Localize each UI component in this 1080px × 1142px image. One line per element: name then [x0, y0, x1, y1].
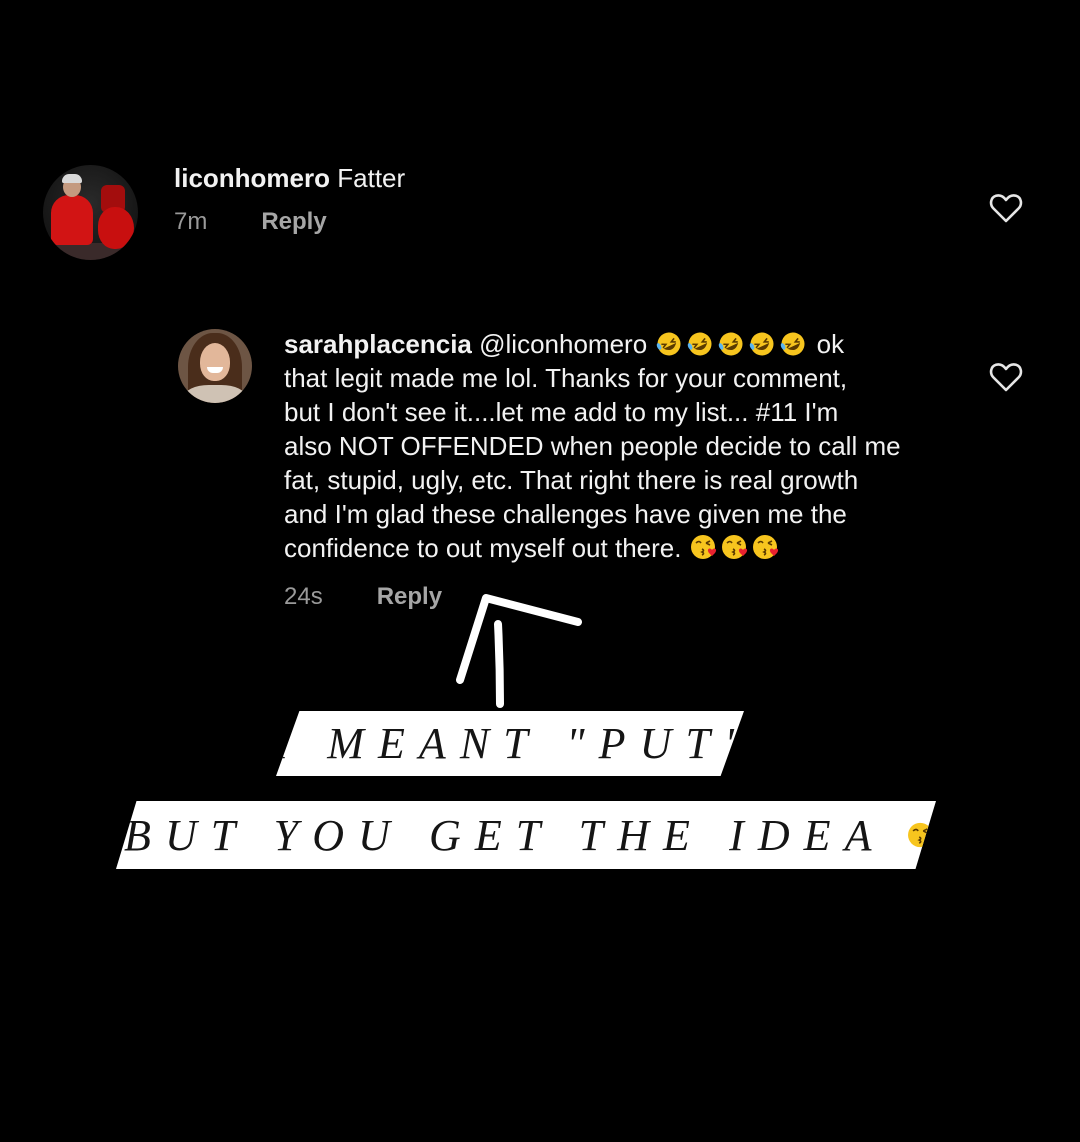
laughing-emoji-icon: [750, 332, 774, 356]
avatar[interactable]: [178, 329, 252, 403]
comment-line: also NOT OFFENDED when people decide to …: [284, 431, 901, 461]
caption-text: I MEANT "PUT": [273, 719, 757, 768]
comment-text: sarahplacencia @liconhomero ok that legi…: [284, 327, 974, 565]
laughing-emoji-icon: [719, 332, 743, 356]
comment-line: fat, stupid, ugly, etc. That right there…: [284, 465, 859, 495]
heart-icon[interactable]: [989, 361, 1023, 393]
comment-meta: 24s Reply: [284, 583, 442, 611]
comment-line: that legit made me lol. Thanks for your …: [284, 363, 848, 393]
comment-timestamp: 7m: [174, 208, 208, 235]
comment-line: confidence to out myself out there.: [284, 533, 682, 563]
comment-text: liconhomero Fatter: [174, 162, 405, 194]
comment-liconhomero: liconhomero Fatter 7m Reply: [43, 160, 1043, 270]
hand-drawn-arrow-icon: [456, 594, 582, 708]
reply-button[interactable]: Reply: [377, 583, 442, 611]
avatar[interactable]: [43, 165, 138, 260]
kiss-emoji-icon: [907, 822, 934, 848]
comment-meta: 7m Reply: [174, 208, 327, 236]
laughing-emoji-icon: [781, 332, 805, 356]
kiss-emoji-icon: [752, 535, 778, 559]
kiss-emoji-icon: [690, 535, 716, 559]
mention-link[interactable]: @liconhomero: [479, 329, 647, 359]
comment-line1-tail: ok: [816, 329, 845, 359]
caption-banner-bottom: BUT YOU GET THE IDEA: [116, 801, 936, 869]
comment-line: but I don't see it....let me add to my l…: [284, 397, 839, 427]
comment-sarahplacencia: sarahplacencia @liconhomero ok that legi…: [178, 325, 1048, 625]
comment-last-line: confidence to out myself out there.: [284, 531, 974, 565]
laughing-emoji-icon: [657, 332, 681, 356]
kiss-emoji-group: [689, 533, 782, 563]
laughing-emoji-group: [654, 329, 816, 359]
comment-username[interactable]: sarahplacencia: [284, 329, 472, 359]
comment-line: and I'm glad these challenges have given…: [284, 499, 847, 529]
laughing-emoji-icon: [688, 332, 712, 356]
reply-button[interactable]: Reply: [261, 208, 326, 236]
comment-username[interactable]: liconhomero: [174, 163, 330, 193]
comment-first-line: sarahplacencia @liconhomero ok: [284, 327, 974, 361]
comment-body: Fatter: [337, 163, 406, 193]
caption-banner-top: I MEANT "PUT": [276, 711, 744, 776]
kiss-emoji-icon: [721, 535, 747, 559]
caption-text: BUT YOU GET THE IDEA: [124, 810, 886, 860]
comment-timestamp: 24s: [284, 583, 323, 610]
heart-icon[interactable]: [989, 192, 1023, 224]
